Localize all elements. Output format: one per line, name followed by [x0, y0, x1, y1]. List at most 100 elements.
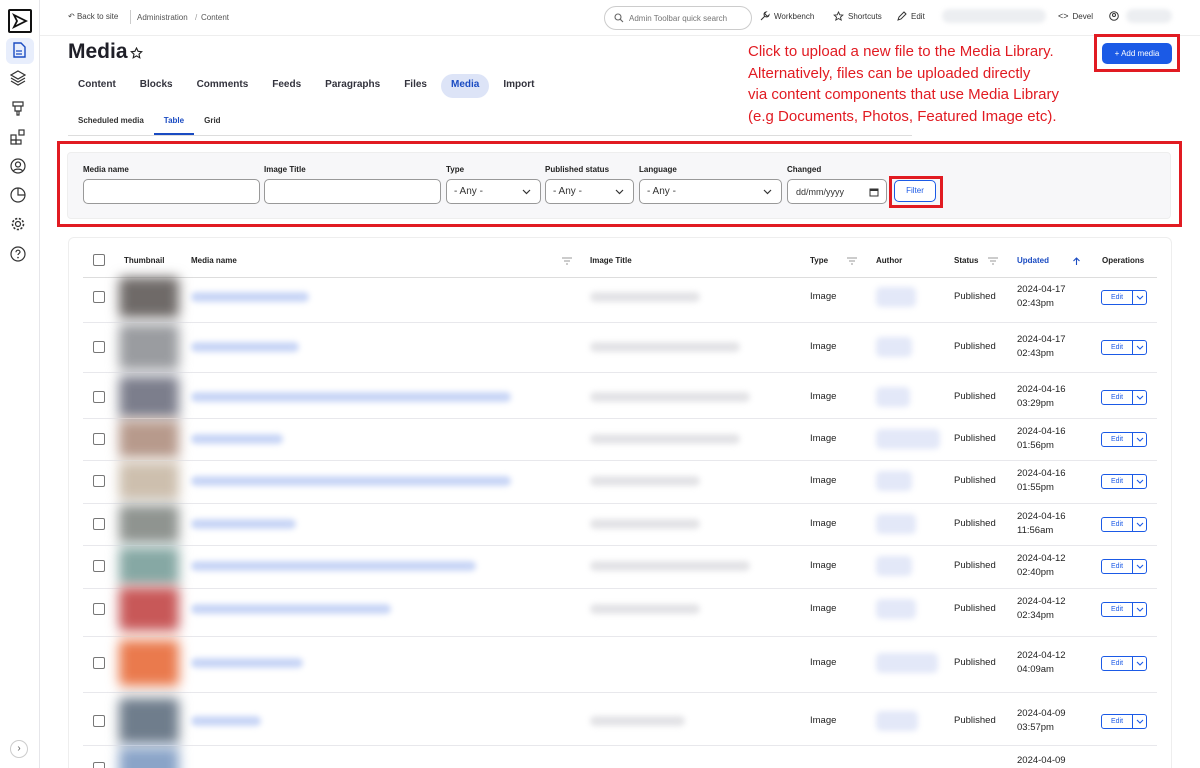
- author-link-blurred[interactable]: [876, 287, 916, 307]
- author-link-blurred[interactable]: [876, 471, 912, 491]
- author-link-blurred[interactable]: [876, 429, 940, 449]
- chevron-down-icon[interactable]: [1136, 437, 1144, 443]
- chevron-down-icon[interactable]: [1136, 564, 1144, 570]
- col-author[interactable]: Author: [876, 256, 902, 265]
- edit-dropbutton[interactable]: Edit: [1101, 290, 1147, 305]
- media-name-link-blurred[interactable]: [191, 476, 511, 486]
- col-updated[interactable]: Updated: [1017, 256, 1049, 265]
- row-checkbox[interactable]: [93, 291, 105, 303]
- favorite-star-icon[interactable]: [130, 47, 143, 60]
- changed-date-input[interactable]: dd/mm/yyyy: [787, 179, 887, 204]
- col-image-title[interactable]: Image Title: [590, 256, 632, 265]
- edit-dropbutton[interactable]: Edit: [1101, 432, 1147, 447]
- sort-icon[interactable]: [847, 257, 857, 265]
- col-media-name[interactable]: Media name: [191, 256, 237, 265]
- edit-label[interactable]: Edit: [1102, 294, 1132, 301]
- sort-icon[interactable]: [988, 257, 998, 265]
- quick-search[interactable]: [604, 6, 752, 30]
- appearance-icon[interactable]: [10, 100, 28, 118]
- chevron-down-icon[interactable]: [1136, 607, 1144, 613]
- edit-dropbutton[interactable]: Edit: [1101, 602, 1147, 617]
- row-checkbox[interactable]: [93, 715, 105, 727]
- tab-table[interactable]: Table: [153, 110, 195, 135]
- author-link-blurred[interactable]: [876, 337, 912, 357]
- media-name-link-blurred[interactable]: [191, 561, 476, 571]
- tab-content[interactable]: Content: [68, 74, 126, 98]
- edit-label[interactable]: Edit: [1102, 344, 1132, 351]
- published-status-select[interactable]: - Any -: [545, 179, 634, 204]
- edit-dropbutton[interactable]: Edit: [1101, 390, 1147, 405]
- devel-button[interactable]: <> Devel: [1058, 11, 1093, 21]
- chevron-down-icon[interactable]: [1136, 479, 1144, 485]
- media-name-link-blurred[interactable]: [191, 392, 511, 402]
- col-type[interactable]: Type: [810, 256, 828, 265]
- tab-import[interactable]: Import: [493, 74, 544, 98]
- reports-icon[interactable]: [10, 187, 28, 205]
- people-icon[interactable]: [10, 158, 28, 176]
- edit-dropbutton[interactable]: Edit: [1101, 474, 1147, 489]
- author-link-blurred[interactable]: [876, 514, 916, 534]
- edit-dropbutton[interactable]: Edit: [1101, 559, 1147, 574]
- select-all-checkbox[interactable]: [93, 254, 105, 266]
- tab-media[interactable]: Media: [441, 74, 490, 98]
- search-input[interactable]: [629, 11, 747, 25]
- chevron-down-icon[interactable]: [1136, 345, 1144, 351]
- chevron-down-icon[interactable]: [1136, 719, 1144, 725]
- media-name-link-blurred[interactable]: [191, 342, 299, 352]
- author-link-blurred[interactable]: [876, 711, 918, 731]
- chevron-down-icon[interactable]: [1136, 522, 1144, 528]
- row-checkbox[interactable]: [93, 560, 105, 572]
- structure-icon[interactable]: [10, 70, 28, 88]
- sort-ascending-arrow-icon[interactable]: [1072, 257, 1081, 266]
- config-icon[interactable]: [10, 216, 28, 234]
- media-name-link-blurred[interactable]: [191, 716, 261, 726]
- media-name-link-blurred[interactable]: [191, 519, 296, 529]
- expand-toolbar-icon[interactable]: ›: [10, 740, 28, 758]
- type-select[interactable]: - Any -: [446, 179, 541, 204]
- tab-blocks[interactable]: Blocks: [130, 74, 183, 98]
- media-name-link-blurred[interactable]: [191, 604, 391, 614]
- author-link-blurred[interactable]: [876, 653, 938, 673]
- chevron-down-icon[interactable]: [1136, 395, 1144, 401]
- logo-icon[interactable]: [8, 9, 32, 33]
- tab-feeds[interactable]: Feeds: [262, 74, 311, 98]
- breadcrumb-administration[interactable]: Administration: [137, 13, 188, 22]
- user-menu[interactable]: [1109, 11, 1119, 21]
- author-link-blurred[interactable]: [876, 387, 910, 407]
- row-checkbox[interactable]: [93, 762, 105, 768]
- edit-dropbutton[interactable]: Edit: [1101, 517, 1147, 532]
- media-name-link-blurred[interactable]: [191, 292, 309, 302]
- edit-label[interactable]: Edit: [1102, 394, 1132, 401]
- media-name-input[interactable]: [83, 179, 260, 204]
- row-checkbox[interactable]: [93, 603, 105, 615]
- row-checkbox[interactable]: [93, 341, 105, 353]
- tab-comments[interactable]: Comments: [187, 74, 259, 98]
- chevron-down-icon[interactable]: [1136, 295, 1144, 301]
- row-checkbox[interactable]: [93, 475, 105, 487]
- row-checkbox[interactable]: [93, 657, 105, 669]
- edit-label[interactable]: Edit: [1102, 478, 1132, 485]
- edit-dropbutton[interactable]: Edit: [1101, 340, 1147, 355]
- media-name-link-blurred[interactable]: [191, 434, 283, 444]
- edit-label[interactable]: Edit: [1102, 660, 1132, 667]
- row-checkbox[interactable]: [93, 518, 105, 530]
- col-status[interactable]: Status: [954, 256, 978, 265]
- content-icon[interactable]: [6, 38, 34, 64]
- tab-paragraphs[interactable]: Paragraphs: [315, 74, 390, 98]
- sort-icon[interactable]: [562, 257, 572, 265]
- row-checkbox[interactable]: [93, 433, 105, 445]
- filter-button[interactable]: Filter: [894, 180, 936, 202]
- author-link-blurred[interactable]: [876, 599, 916, 619]
- back-to-site-link[interactable]: ↶ Back to site: [68, 12, 118, 21]
- edit-dropbutton[interactable]: Edit: [1101, 714, 1147, 729]
- breadcrumb-content[interactable]: Content: [201, 13, 229, 22]
- workbench-button[interactable]: Workbench: [760, 11, 814, 21]
- language-select[interactable]: - Any -: [639, 179, 782, 204]
- tab-files[interactable]: Files: [394, 74, 437, 98]
- extend-icon[interactable]: [10, 129, 28, 147]
- edit-label[interactable]: Edit: [1102, 606, 1132, 613]
- image-title-input[interactable]: [264, 179, 441, 204]
- help-icon[interactable]: [10, 246, 28, 264]
- tab-scheduled-media[interactable]: Scheduled media: [68, 110, 154, 135]
- row-checkbox[interactable]: [93, 391, 105, 403]
